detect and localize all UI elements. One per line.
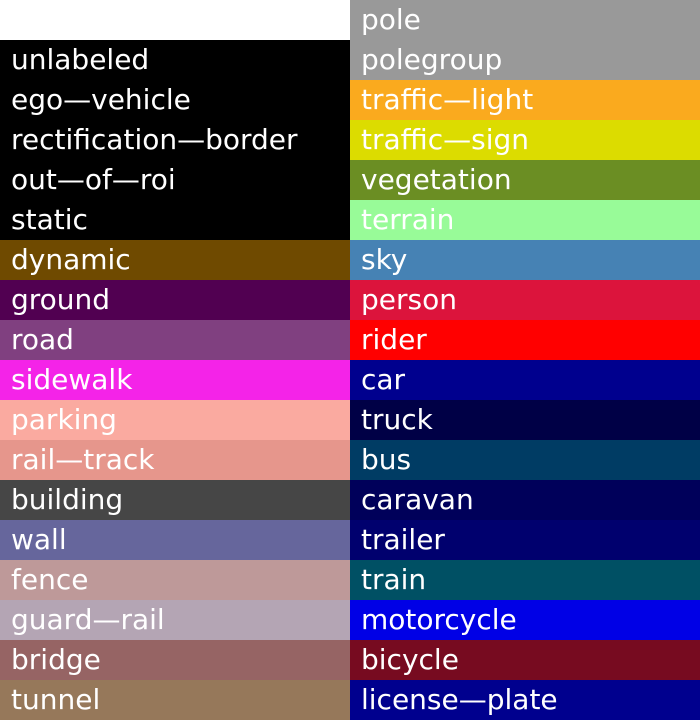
- legend-left-column: unlabeled ego—vehicle rectification—border…: [0, 0, 350, 720]
- legend-right-rows: pole polegroup traffic—light traffic—sign ve…: [350, 0, 700, 720]
- legend-swatch-right-6: sky: [350, 240, 700, 280]
- legend-swatch-right-14: train: [350, 560, 700, 600]
- legend-swatch-left-15: bridge: [0, 640, 350, 680]
- legend-swatch-right-8: rider: [350, 320, 700, 360]
- legend-swatch-left-5: dynamic: [0, 240, 350, 280]
- class-color-legend: unlabeled ego—vehicle rectification—border…: [0, 0, 700, 720]
- legend-empty-cell: [0, 0, 350, 40]
- legend-swatch-right-4: vegetation: [350, 160, 700, 200]
- legend-swatch-left-2: rectification—border: [0, 120, 350, 160]
- legend-swatch-right-11: bus: [350, 440, 700, 480]
- legend-swatch-left-12: wall: [0, 520, 350, 560]
- legend-swatch-right-0: pole: [350, 0, 700, 40]
- legend-swatch-right-9: car: [350, 360, 700, 400]
- legend-swatch-left-6: ground: [0, 280, 350, 320]
- legend-swatch-right-16: bicycle: [350, 640, 700, 680]
- legend-swatch-left-13: fence: [0, 560, 350, 600]
- legend-swatch-left-16: tunnel: [0, 680, 350, 720]
- legend-swatch-right-3: traffic—sign: [350, 120, 700, 160]
- legend-swatch-left-4: static: [0, 200, 350, 240]
- legend-swatch-left-7: road: [0, 320, 350, 360]
- legend-swatch-left-14: guard—rail: [0, 600, 350, 640]
- legend-swatch-left-10: rail—track: [0, 440, 350, 480]
- legend-swatch-right-7: person: [350, 280, 700, 320]
- legend-swatch-left-3: out—of—roi: [0, 160, 350, 200]
- legend-swatch-right-2: traffic—light: [350, 80, 700, 120]
- legend-swatch-left-11: building: [0, 480, 350, 520]
- legend-left-rows: unlabeled ego—vehicle rectification—border…: [0, 40, 350, 720]
- legend-swatch-left-0: unlabeled: [0, 40, 350, 80]
- legend-swatch-right-5: terrain: [350, 200, 700, 240]
- legend-swatch-right-1: polegroup: [350, 40, 700, 80]
- legend-swatch-left-9: parking: [0, 400, 350, 440]
- legend-swatch-left-8: sidewalk: [0, 360, 350, 400]
- legend-swatch-right-17: license—plate: [350, 680, 700, 720]
- legend-swatch-right-15: motorcycle: [350, 600, 700, 640]
- legend-swatch-right-12: caravan: [350, 480, 700, 520]
- legend-right-column: pole polegroup traffic—light traffic—sign ve…: [350, 0, 700, 720]
- legend-swatch-right-13: trailer: [350, 520, 700, 560]
- legend-swatch-right-10: truck: [350, 400, 700, 440]
- legend-swatch-left-1: ego—vehicle: [0, 80, 350, 120]
